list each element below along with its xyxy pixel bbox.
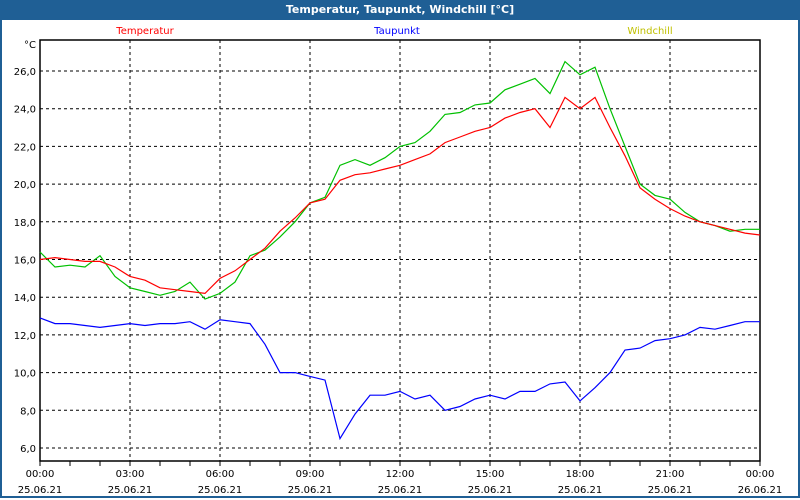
x-tick-date: 25.06.21 — [648, 485, 693, 496]
x-tick-time: 15:00 — [476, 469, 505, 480]
y-tick-label: 12,0 — [14, 331, 36, 342]
y-tick-label: 14,0 — [14, 293, 36, 304]
x-tick-date: 25.06.21 — [18, 485, 63, 496]
y-tick-label: 22,0 — [14, 142, 36, 153]
y-tick-label: 18,0 — [14, 218, 36, 229]
x-tick-time: 18:00 — [566, 469, 595, 480]
y-axis-unit: °C — [24, 40, 36, 51]
y-tick-label: 16,0 — [14, 256, 36, 267]
x-tick-time: 03:00 — [116, 469, 145, 480]
legend-taupunkt: Taupunkt — [373, 26, 420, 37]
x-tick-time: 00:00 — [26, 469, 55, 480]
x-tick-date: 26.06.21 — [738, 485, 783, 496]
x-tick-date: 25.06.21 — [468, 485, 513, 496]
y-tick-label: 10,0 — [14, 369, 36, 380]
y-tick-label: 8,0 — [20, 406, 36, 417]
x-tick-time: 12:00 — [386, 469, 415, 480]
line-chart: 6,0 8,0 10,0 12,0 14,0 16,0 18,0 20,0 22,0 24,0 26… — [14, 26, 783, 496]
x-tick-time: 21:00 — [656, 469, 685, 480]
x-tick-date: 25.06.21 — [108, 485, 153, 496]
y-tick-label: 24,0 — [14, 105, 36, 116]
x-tick-time: 06:00 — [206, 469, 235, 480]
y-tick-label: 20,0 — [14, 180, 36, 191]
x-tick-time: 09:00 — [296, 469, 325, 480]
x-tick-date: 25.06.21 — [288, 485, 333, 496]
y-tick-label: 26,0 — [14, 67, 36, 78]
legend-temperatur: Temperatur — [115, 26, 174, 37]
y-tick-label: 6,0 — [20, 444, 36, 455]
legend-windchill: Windchill — [627, 26, 672, 37]
x-tick-date: 25.06.21 — [558, 485, 603, 496]
x-tick-date: 25.06.21 — [378, 485, 423, 496]
x-tick-time: 00:00 — [746, 469, 775, 480]
x-tick-date: 25.06.21 — [198, 485, 243, 496]
